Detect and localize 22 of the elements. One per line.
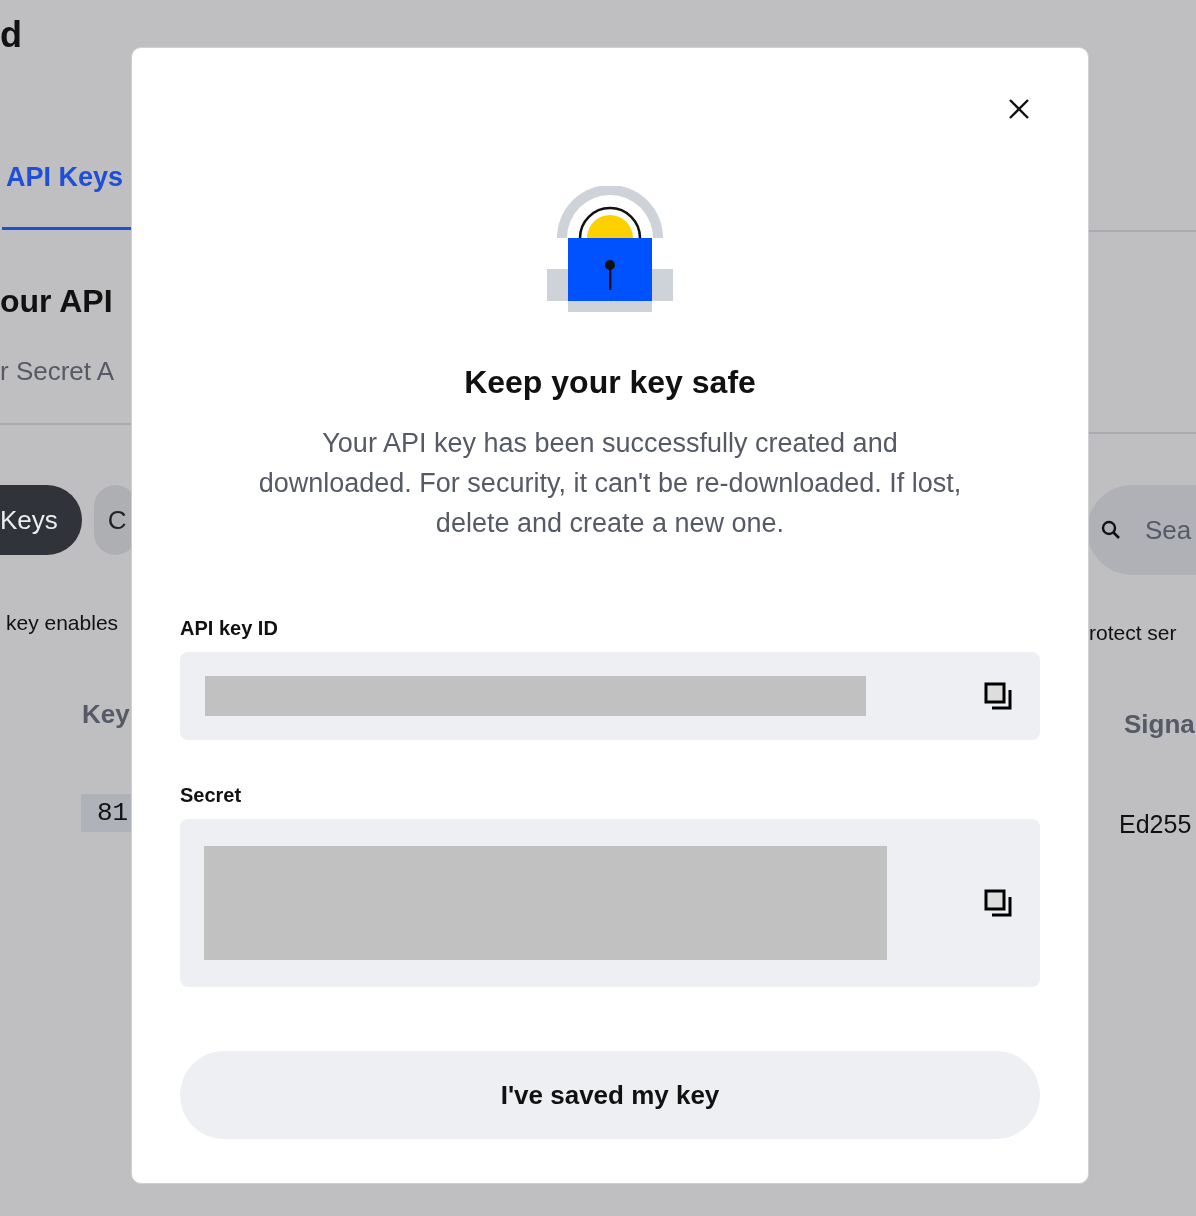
search-field[interactable]: Sea: [1145, 514, 1196, 546]
filter-chip[interactable]: Keys: [0, 485, 82, 555]
padlock-icon: [547, 186, 673, 312]
table-cell: 81: [81, 794, 131, 832]
dialog-title: Keep your key safe: [464, 364, 756, 401]
filter-chip[interactable]: C: [93, 485, 131, 555]
dialog-message: Your API key has been successfully created and downloaded. For security, it can't be re-downloaded. If lost, delete and create a new one.: [257, 427, 963, 540]
description-text: key enables: [6, 611, 120, 635]
table-cell-text: Ed255: [1119, 810, 1193, 839]
field-label: Secret: [180, 784, 242, 807]
close-icon[interactable]: [1008, 98, 1030, 120]
search-icon: [1101, 520, 1121, 540]
column-header: Key: [82, 699, 131, 730]
confirm-button[interactable]: I've saved my key: [180, 1051, 1040, 1139]
section-heading: our API: [0, 283, 114, 320]
page-title: d: [0, 14, 23, 56]
section-subtitle: r Secret A: [0, 356, 116, 387]
description-text: rotect ser: [1089, 621, 1178, 645]
column-header: Signa: [1124, 709, 1196, 740]
copy-icon[interactable]: [984, 888, 1013, 918]
field-label: API key ID: [180, 617, 278, 640]
copy-icon[interactable]: [984, 681, 1013, 711]
